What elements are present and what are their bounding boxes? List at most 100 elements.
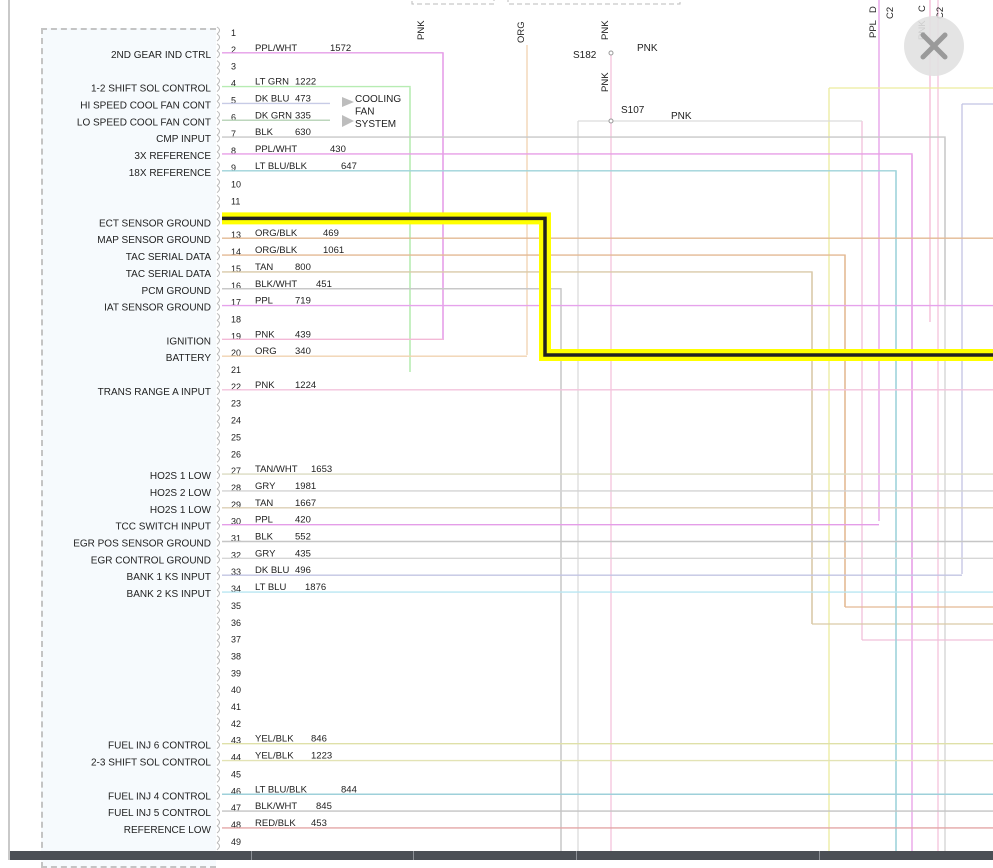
- pin-function-label: 2-3 SHIFT SOL CONTROL: [91, 758, 211, 769]
- pin-function-label: BANK 1 KS INPUT: [127, 572, 211, 583]
- pin-tick: [216, 565, 220, 581]
- pin-number: 40: [231, 685, 241, 695]
- pin-tick: [216, 835, 220, 851]
- pin-function-label: IGNITION: [167, 336, 211, 347]
- close-icon: [920, 32, 948, 60]
- vertical-wire-label: PNK: [600, 20, 611, 40]
- splice-id: S182: [573, 50, 597, 61]
- pin-tick: [216, 144, 220, 160]
- pin-tick: [216, 60, 220, 76]
- pin-tick: [216, 43, 220, 59]
- pin-number: 23: [231, 399, 241, 409]
- pin-tick: [216, 346, 220, 362]
- pin-number: 26: [231, 449, 241, 459]
- pin-tick: [216, 666, 220, 682]
- pin-function-label: IAT SENSOR GROUND: [104, 303, 211, 314]
- vertical-wire-label: C: [917, 5, 928, 12]
- pin-function-label: FUEL INJ 4 CONTROL: [108, 791, 211, 802]
- pin-number: 41: [231, 702, 241, 712]
- pin-number: 25: [231, 432, 241, 442]
- pin-tick: [216, 430, 220, 446]
- pin-function-label: HO2S 1 LOW: [150, 505, 212, 516]
- pin-tick: [216, 178, 220, 194]
- pin-number: 3: [231, 62, 236, 72]
- pin-function-label: 2ND GEAR IND CTRL: [111, 50, 211, 61]
- pin-function-label: HI SPEED COOL FAN CONT: [80, 100, 211, 111]
- pin-tick: [216, 515, 220, 531]
- pin-tick: [216, 329, 220, 345]
- top-component-outline: [507, 0, 681, 5]
- pin-tick: [216, 161, 220, 177]
- pin-tick: [216, 481, 220, 497]
- pin-function-label: TCC SWITCH INPUT: [115, 522, 211, 533]
- pin-tick: [216, 363, 220, 379]
- pin-function-label: REFERENCE LOW: [124, 825, 212, 836]
- cooling-fan-label: SYSTEM: [355, 119, 396, 130]
- pin-number: 37: [231, 635, 241, 645]
- pin-tick: [216, 26, 220, 42]
- pin-number: 35: [231, 601, 241, 611]
- arrow-icon: [342, 97, 354, 107]
- pin-function-label: 18X REFERENCE: [129, 168, 212, 179]
- pin-tick: [216, 683, 220, 699]
- pin-tick: [216, 784, 220, 800]
- pin-tick: [216, 616, 220, 632]
- vertical-wire-label: C2: [885, 7, 896, 19]
- pin-function-label: 1-2 SHIFT SOL CONTROL: [91, 84, 211, 95]
- pin-tick: [216, 397, 220, 413]
- pin-number: 38: [231, 651, 241, 661]
- pin-function-label: 3X REFERENCE: [134, 151, 211, 162]
- pin-tick: [216, 599, 220, 615]
- pin-tick: [216, 700, 220, 716]
- pin-number: 11: [231, 197, 240, 207]
- pin-tick: [216, 414, 220, 429]
- pin-function-label: TAC SERIAL DATA: [126, 269, 212, 280]
- wire-pin-14: [222, 254, 846, 607]
- arrow-icon: [342, 115, 354, 127]
- pin-function-label: ECT SENSOR GROUND: [99, 218, 211, 229]
- pin-number: 21: [231, 365, 241, 375]
- bottom-bar-divider: [251, 851, 252, 860]
- pin-tick: [216, 195, 220, 210]
- top-component-outline: [411, 0, 495, 5]
- pin-tick: [216, 279, 220, 295]
- pin-number: 36: [231, 618, 241, 628]
- pin-function-label: TAC SERIAL DATA: [126, 252, 212, 263]
- pin-number: 10: [231, 180, 241, 190]
- pin-function-label: HO2S 1 LOW: [150, 471, 212, 482]
- pin-function-label: EGR POS SENSOR GROUND: [73, 539, 211, 550]
- splice-wire-label: PNK: [671, 111, 692, 122]
- pin-function-label: CMP INPUT: [156, 134, 211, 145]
- pin-tick: [216, 767, 220, 783]
- pin-tick: [216, 77, 220, 92]
- pin-function-label: BATTERY: [166, 353, 212, 364]
- cooling-fan-label: COOLING: [355, 94, 401, 105]
- pin-tick: [216, 532, 220, 547]
- close-button[interactable]: [904, 16, 964, 76]
- pin-tick: [216, 127, 220, 143]
- pin-tick: [216, 734, 220, 750]
- pin-number: 18: [231, 314, 241, 324]
- pin-function-label: EGR CONTROL GROUND: [91, 555, 211, 566]
- pin-tick: [216, 211, 220, 227]
- pin-function-label: HO2S 2 LOW: [150, 488, 212, 499]
- pin-tick: [216, 447, 220, 463]
- vertical-wire-label: D: [868, 6, 879, 13]
- pin-function-label: FUEL INJ 5 CONTROL: [108, 808, 211, 819]
- pin-tick: [216, 296, 220, 311]
- pin-function-label: PCM GROUND: [142, 286, 211, 297]
- pin-tick: [216, 650, 220, 665]
- bottom-bar-divider: [413, 851, 414, 860]
- pin-number: 1: [231, 28, 236, 38]
- pin-number: 49: [231, 837, 241, 847]
- viewer-bottom-bar: [10, 851, 993, 860]
- pin-tick: [216, 548, 220, 564]
- pin-tick: [216, 582, 220, 598]
- splice-id: S107: [621, 105, 645, 116]
- pin-number: 39: [231, 668, 241, 678]
- pin-tick: [216, 245, 220, 261]
- pin-tick: [216, 313, 220, 328]
- pin-tick: [216, 262, 220, 278]
- vertical-wire-label: PPL: [868, 20, 879, 38]
- splice-wire-label: PNK: [637, 43, 658, 54]
